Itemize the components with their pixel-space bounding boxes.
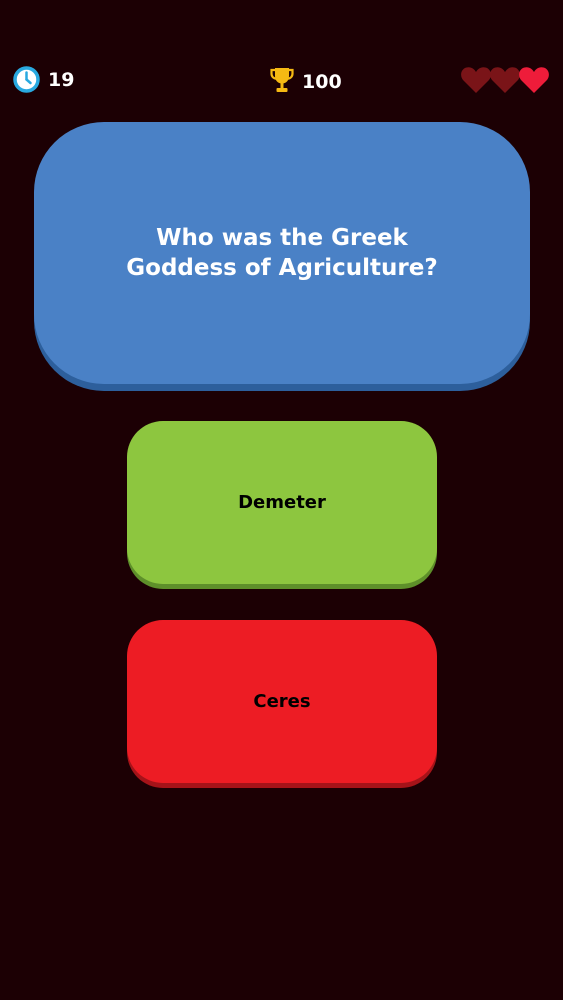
question-text: Who was the Greek Goddess of Agriculture… — [126, 225, 438, 281]
score: 100 — [270, 66, 342, 98]
heart-icon-lost — [489, 66, 521, 98]
timer-value: 19 — [48, 68, 75, 91]
hud-bar: 19 100 — [0, 62, 563, 100]
lives — [460, 66, 550, 98]
answer-button-demeter[interactable]: Demeter — [127, 421, 437, 584]
heart-icon-active — [518, 66, 550, 98]
timer: 19 — [13, 66, 74, 93]
answer-button-ceres[interactable]: Ceres — [127, 620, 437, 783]
clock-icon — [13, 66, 40, 93]
question-card: Who was the Greek Goddess of Agriculture… — [34, 122, 530, 384]
answer-label: Demeter — [238, 492, 326, 513]
trophy-icon — [270, 66, 294, 98]
heart-icon-lost — [460, 66, 492, 98]
score-value: 100 — [302, 71, 342, 93]
answer-label: Ceres — [253, 691, 311, 712]
game-screen: 19 100 Who was the Greek Goddess of Agri… — [0, 0, 563, 1000]
